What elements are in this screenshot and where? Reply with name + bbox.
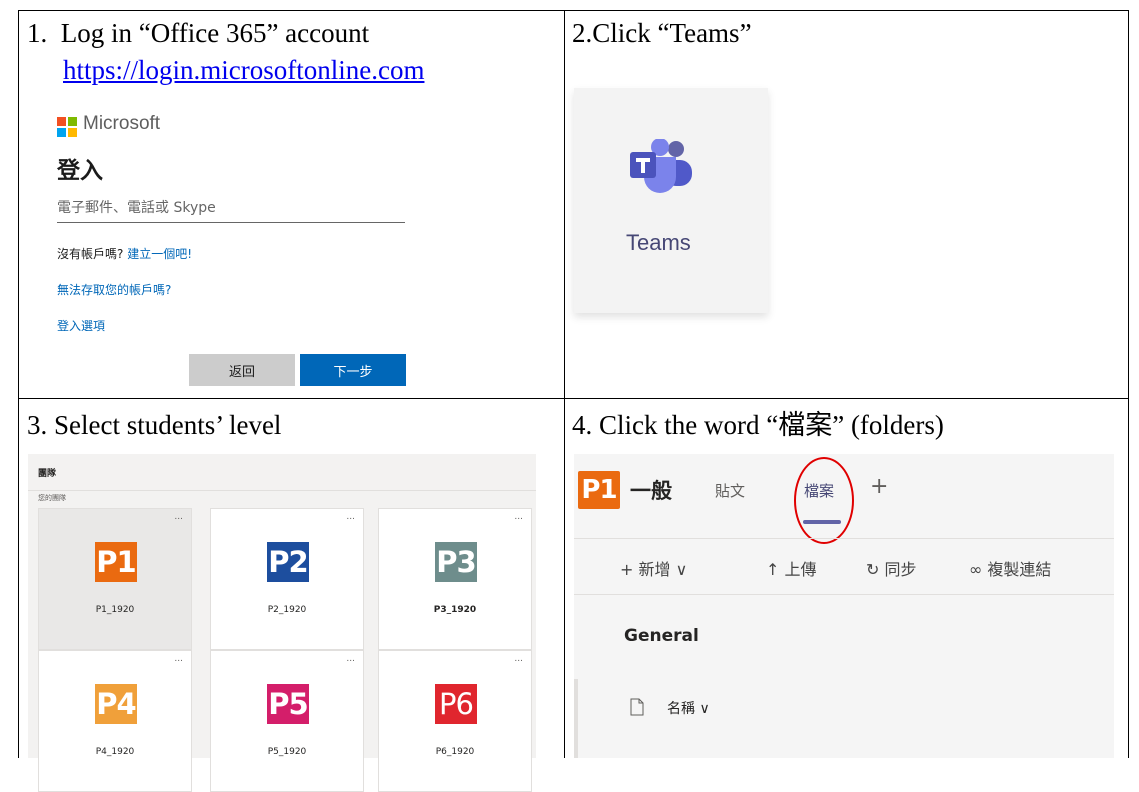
email-input[interactable] [57, 194, 405, 223]
team-name: P5_1920 [267, 747, 307, 757]
team-logo-p6: P6 [435, 684, 477, 724]
folder-section-title: General [624, 626, 699, 646]
table-divider-horizontal [18, 398, 1129, 399]
channel-name: 一般 [630, 479, 672, 503]
team-name: P6_1920 [435, 747, 475, 757]
team-name: P2_1920 [267, 605, 307, 615]
more-options-icon[interactable]: ... [346, 512, 355, 522]
table-border-top [18, 10, 1129, 11]
next-button[interactable]: 下一步 [300, 354, 406, 386]
team-card-p1[interactable]: ... P1 P1_1920 [38, 508, 192, 650]
tab-posts[interactable]: 貼文 [715, 480, 745, 501]
signin-title: 登入 [57, 158, 103, 184]
create-account-link[interactable]: 建立一個吧! [127, 247, 192, 261]
login-link[interactable]: https://login.microsoftonline.com [63, 55, 424, 85]
cant-access-link[interactable]: 無法存取您的帳戶嗎? [57, 281, 171, 298]
microsoft-logo-icon [57, 117, 77, 137]
team-logo-p4: P4 [95, 684, 137, 724]
more-options-icon[interactable]: ... [174, 654, 183, 664]
team-name: P1_1920 [95, 605, 135, 615]
copy-link-button[interactable]: ∞ 複製連結 [969, 556, 1051, 580]
teams-list-panel: 團隊 您的團隊 ... P1 P1_1920 ... P2 P2_1920 ..… [28, 454, 536, 792]
team-card-p6[interactable]: ... P6 P6_1920 [378, 650, 532, 792]
team-logo-p2: P2 [267, 542, 309, 582]
highlight-circle [794, 457, 854, 544]
teams-panel-header: 團隊 [28, 454, 536, 491]
table-border-left [18, 10, 19, 758]
name-column-header[interactable]: 名稱 ∨ [667, 698, 710, 718]
team-card-p2[interactable]: ... P2 P2_1920 [210, 508, 364, 650]
more-options-icon[interactable]: ... [346, 654, 355, 664]
teams-icon [630, 139, 692, 193]
your-teams-label: 您的團隊 [38, 494, 66, 502]
teams-app-tile[interactable]: Teams [574, 88, 768, 313]
new-button[interactable]: + 新增 ∨ [620, 556, 687, 580]
channel-team-logo: P1 [578, 471, 620, 509]
team-card-p5[interactable]: ... P5 P5_1920 [210, 650, 364, 792]
team-logo-p1: P1 [95, 542, 137, 582]
add-tab-icon[interactable]: + [870, 474, 888, 499]
step4-title: 4. Click the word “檔案” (folders) [572, 410, 944, 440]
scroll-strip [574, 679, 578, 758]
no-account-text: 沒有帳戶嗎? [57, 247, 124, 261]
files-panel: P1 一般 貼文 檔案 + + 新增 ∨ ↑ 上傳 ↻ 同步 ∞ 複製連結 Ge… [574, 454, 1114, 758]
microsoft-brand: Microsoft [83, 113, 161, 134]
step1-title: 1. Log in “Office 365” account [27, 18, 370, 48]
more-options-icon[interactable]: ... [514, 654, 523, 664]
more-options-icon[interactable]: ... [174, 512, 183, 522]
document-icon [630, 698, 644, 716]
teams-panel-title: 團隊 [38, 469, 57, 479]
team-logo-p3: P3 [435, 542, 477, 582]
sync-button[interactable]: ↻ 同步 [866, 556, 917, 580]
step3-title: 3. Select students’ level [27, 410, 282, 440]
back-button[interactable]: 返回 [189, 354, 295, 386]
more-options-icon[interactable]: ... [514, 512, 523, 522]
upload-button[interactable]: ↑ 上傳 [766, 556, 817, 580]
team-card-p4[interactable]: ... P4 P4_1920 [38, 650, 192, 792]
step2-title: 2.Click “Teams” [572, 18, 752, 48]
table-border-right [1128, 10, 1129, 758]
team-card-p3[interactable]: ... P3 P3_1920 [378, 508, 532, 650]
teams-label: Teams [626, 230, 691, 255]
team-name: P3_1920 [433, 605, 477, 615]
divider [574, 594, 1114, 595]
signin-options-link[interactable]: 登入選項 [57, 317, 105, 334]
team-name: P4_1920 [95, 747, 135, 757]
table-divider-vertical [564, 10, 565, 758]
no-account-row: 沒有帳戶嗎? 建立一個吧! [57, 245, 192, 262]
team-logo-p5: P5 [267, 684, 309, 724]
divider [574, 538, 1114, 539]
